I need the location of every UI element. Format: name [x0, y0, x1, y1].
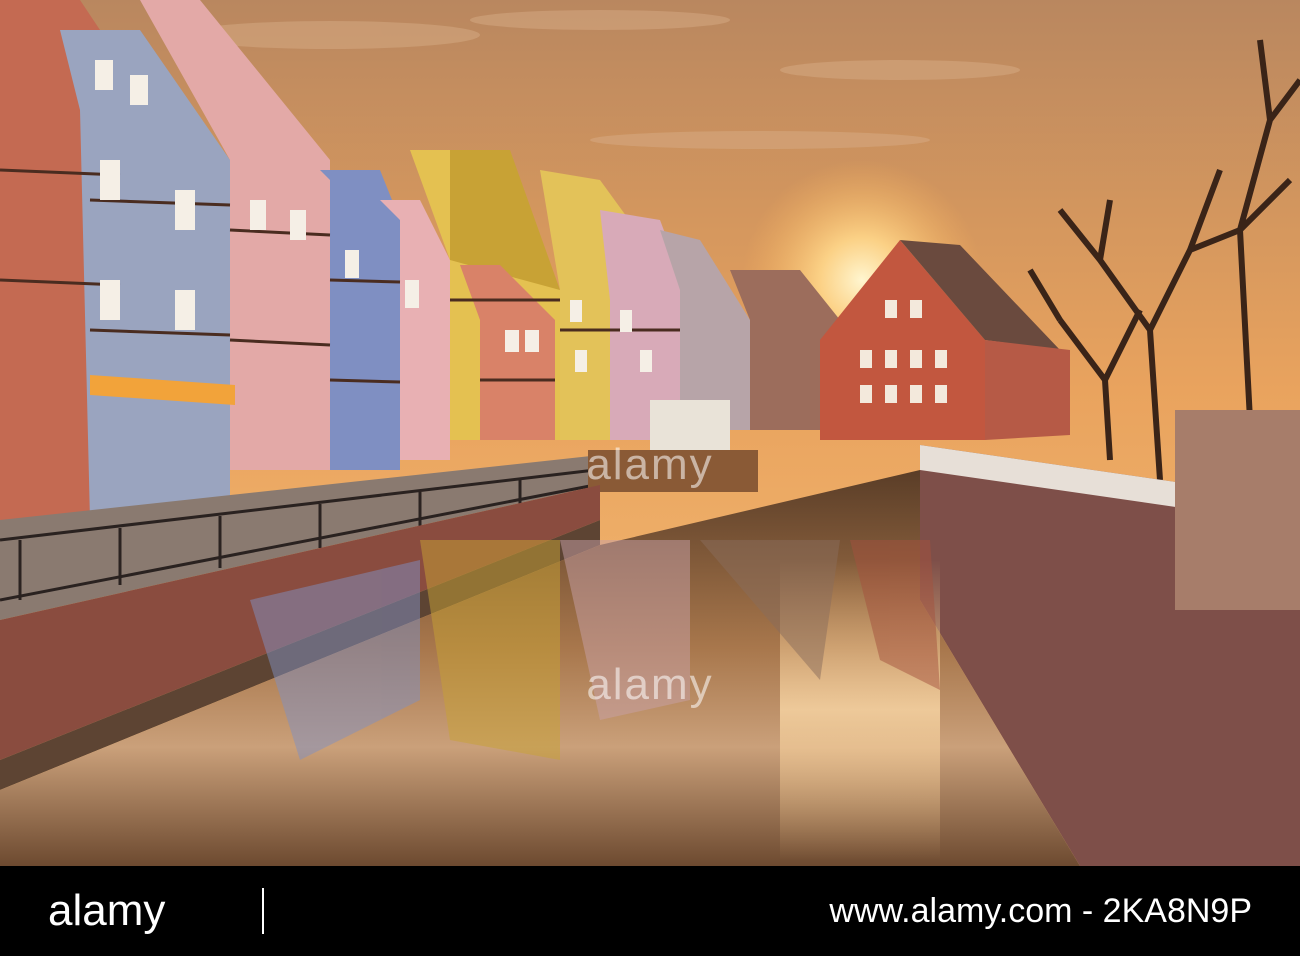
image-id: www.alamy.com - 2KA8N9P [829, 892, 1252, 930]
stock-photo: alamy alamy [0, 0, 1300, 866]
white-pavilion [650, 400, 730, 450]
brand-logo[interactable]: alamy [48, 884, 165, 938]
canal-sunset-scene [0, 0, 1300, 866]
divider [262, 888, 264, 934]
footer-bar: alamy www.alamy.com - 2KA8N9P [0, 866, 1300, 956]
wooden-deck [588, 450, 758, 492]
